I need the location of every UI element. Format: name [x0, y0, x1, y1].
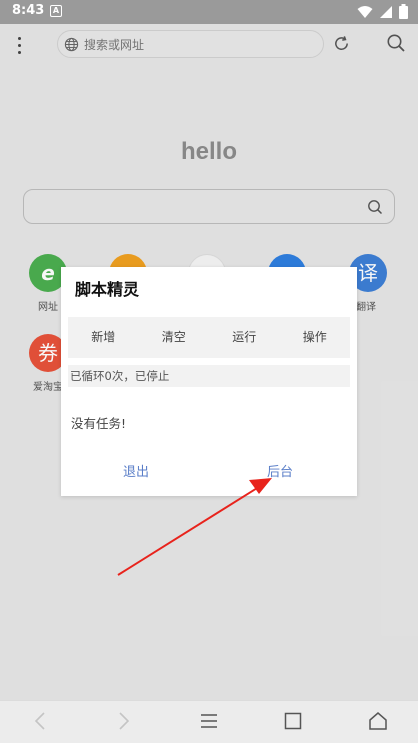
forward-icon[interactable]	[117, 711, 131, 731]
bottom-nav-bar	[0, 700, 418, 743]
back-icon[interactable]	[33, 711, 47, 731]
tabs-icon[interactable]	[284, 711, 302, 731]
menu-icon[interactable]	[200, 711, 218, 731]
home-icon[interactable]	[368, 711, 388, 731]
annotation-arrow	[117, 478, 272, 576]
